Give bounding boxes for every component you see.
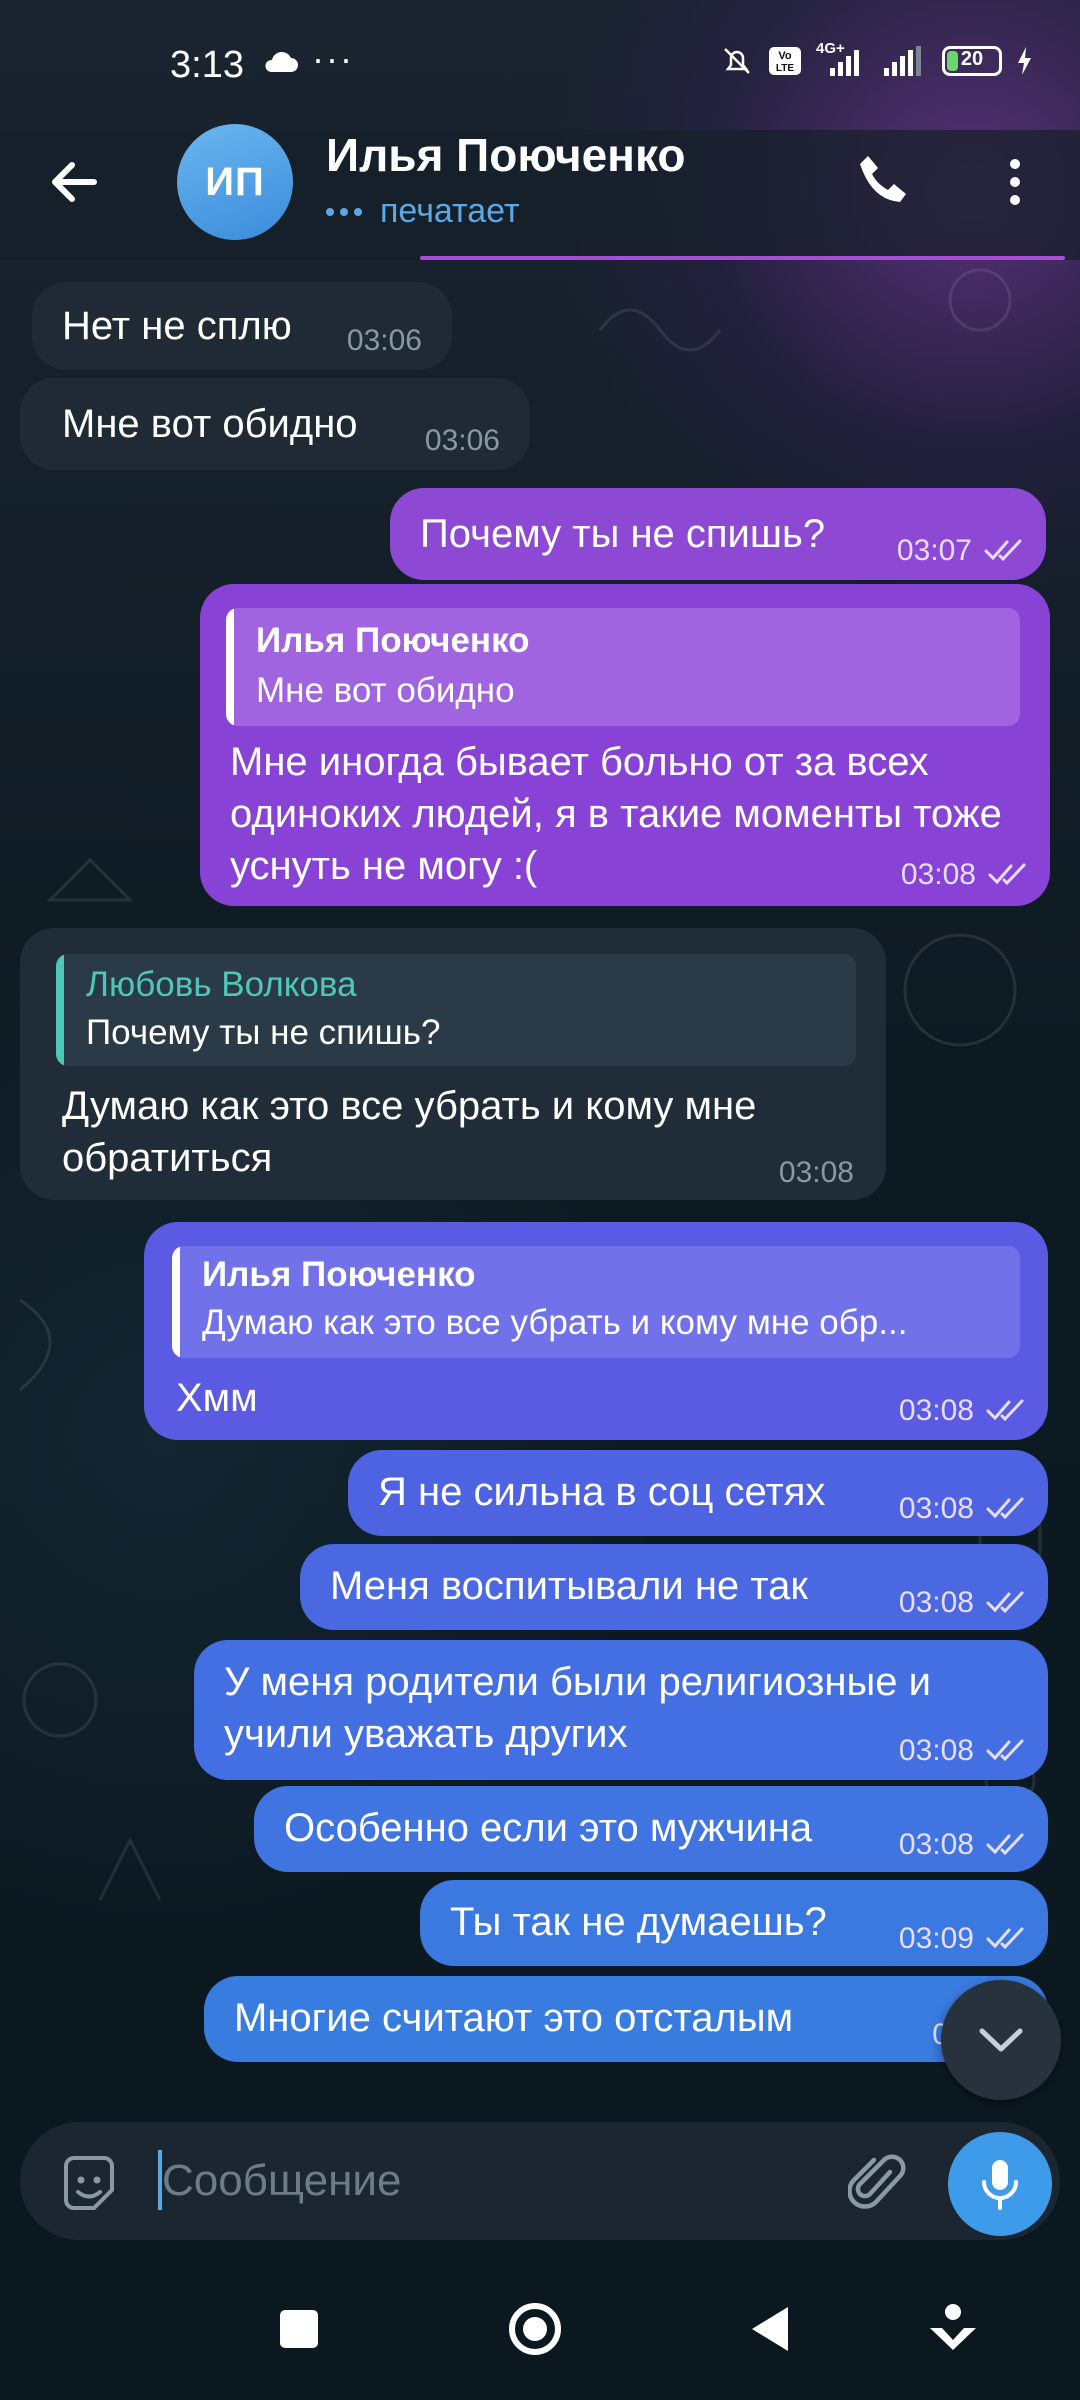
reply-text: Мне вот обидно <box>256 671 515 710</box>
sticker-icon[interactable] <box>56 2152 122 2218</box>
read-checks-icon <box>984 539 1022 562</box>
nav-back-triangle-icon[interactable] <box>748 2304 790 2354</box>
message-time: 03:08 <box>778 1156 854 1189</box>
read-checks-icon <box>986 1591 1024 1614</box>
message-time: 03:08 <box>900 858 976 891</box>
message-text: Почему ты не спишь? <box>420 512 826 556</box>
status-bar: 3:13 ··· Vo LTE 4G+ 20 <box>0 0 1080 130</box>
battery-icon: 20 <box>942 46 1002 76</box>
message-time: 03:08 <box>898 1828 974 1861</box>
reply-text: Почему ты не спишь? <box>86 1013 441 1052</box>
phone-icon[interactable] <box>852 150 912 210</box>
reply-text: Думаю как это все убрать и кому мне обр.… <box>202 1303 908 1342</box>
message-time: 03:08 <box>898 1734 974 1767</box>
read-checks-icon <box>986 1399 1024 1422</box>
message-text: Мне вот обидно <box>62 402 358 446</box>
paperclip-icon[interactable] <box>848 2150 908 2216</box>
message-time: 03:06 <box>346 324 422 357</box>
message-text: Я не сильна в соц сетях <box>378 1470 826 1514</box>
back-arrow-icon[interactable] <box>44 152 104 212</box>
reply-author: Илья Поюченко <box>256 621 530 660</box>
message-outgoing[interactable]: Особенно если это мужчина 03:08 <box>254 1786 1048 1872</box>
read-checks-icon <box>988 863 1026 886</box>
more-vertical-icon[interactable] <box>1000 152 1030 212</box>
message-text: Многие считают это отсталым <box>234 1996 794 2040</box>
message-input[interactable] <box>160 2140 824 2222</box>
message-outgoing[interactable]: Многие считают это отсталым 03: <box>204 1976 1048 2062</box>
microphone-icon <box>982 2160 1018 2210</box>
typing-status-label: печатает <box>380 192 520 230</box>
message-outgoing[interactable]: Меня воспитывали не так 03:08 <box>300 1544 1048 1630</box>
reply-bar <box>172 1246 180 1358</box>
signal-icon <box>884 46 921 76</box>
recents-button[interactable] <box>280 2310 318 2348</box>
message-time: 03:09 <box>898 1922 974 1955</box>
status-more-dots: ··· <box>312 38 354 79</box>
reply-author: Любовь Волкова <box>86 965 357 1004</box>
message-outgoing[interactable]: Почему ты не спишь? 03:07 <box>390 488 1046 580</box>
cloud-icon <box>265 51 298 72</box>
reply-bar <box>226 608 234 726</box>
message-incoming[interactable]: Мне вот обидно 03:06 <box>20 378 530 470</box>
svg-text:LTE: LTE <box>776 63 794 74</box>
home-button[interactable] <box>506 2300 564 2358</box>
message-incoming[interactable]: Любовь Волкова Почему ты не спишь? Думаю… <box>20 928 886 1200</box>
read-checks-icon <box>986 1833 1024 1856</box>
accessibility-icon[interactable] <box>924 2300 982 2360</box>
read-checks-icon <box>986 1927 1024 1950</box>
reply-quote[interactable]: Любовь Волкова Почему ты не спишь? <box>56 954 856 1066</box>
status-icons: Vo LTE 4G+ 20 <box>720 40 1032 78</box>
message-time: 03:07 <box>896 534 972 567</box>
message-text: Хмм <box>176 1376 258 1420</box>
message-time: 03:08 <box>898 1492 974 1525</box>
typing-dots-icon <box>326 207 362 216</box>
message-text: Меня воспитывали не так <box>330 1564 808 1608</box>
message-text: Нет не сплю <box>62 304 292 348</box>
signal-4g-icon: 4G+ <box>816 40 868 78</box>
microphone-button[interactable] <box>948 2132 1052 2236</box>
contact-avatar[interactable]: ИП <box>177 124 293 240</box>
message-outgoing[interactable]: У меня родители были религиозные и учили… <box>194 1640 1048 1780</box>
message-time: 03:08 <box>898 1394 974 1427</box>
message-outgoing[interactable]: Илья Поюченко Мне вот обидно Мне иногда … <box>200 584 1050 906</box>
message-time: 03:06 <box>424 424 500 457</box>
header-accent-line <box>420 256 1065 260</box>
reply-quote[interactable]: Илья Поюченко Думаю как это все убрать и… <box>172 1246 1020 1358</box>
scroll-down-button[interactable] <box>941 1980 1061 2100</box>
message-text: Думаю как это все убрать и кому мне обра… <box>62 1084 757 1180</box>
reply-author: Илья Поюченко <box>202 1255 476 1294</box>
message-incoming[interactable]: Нет не сплю 03:06 <box>32 282 452 370</box>
message-outgoing[interactable]: Я не сильна в соц сетях 03:08 <box>348 1450 1048 1536</box>
read-checks-icon <box>986 1739 1024 1762</box>
svg-text:Vo: Vo <box>778 50 792 62</box>
message-outgoing[interactable]: Илья Поюченко Думаю как это все убрать и… <box>144 1222 1048 1440</box>
read-checks-icon <box>986 1497 1024 1520</box>
reply-bar <box>56 954 64 1066</box>
reply-quote[interactable]: Илья Поюченко Мне вот обидно <box>226 608 1020 726</box>
volte-icon: Vo LTE <box>769 47 801 75</box>
message-outgoing[interactable]: Ты так не думаешь? 03:09 <box>420 1880 1048 1966</box>
contact-name[interactable]: Илья Поюченко <box>326 128 685 182</box>
bell-muted-icon <box>724 48 750 74</box>
message-text: Ты так не думаешь? <box>450 1900 827 1944</box>
charging-icon <box>1018 47 1031 75</box>
chevron-down-icon <box>979 2028 1023 2052</box>
message-time: 03:08 <box>898 1586 974 1619</box>
typing-status: печатает <box>326 192 520 231</box>
status-time: 3:13 <box>170 44 244 86</box>
message-text: Особенно если это мужчина <box>284 1806 813 1850</box>
